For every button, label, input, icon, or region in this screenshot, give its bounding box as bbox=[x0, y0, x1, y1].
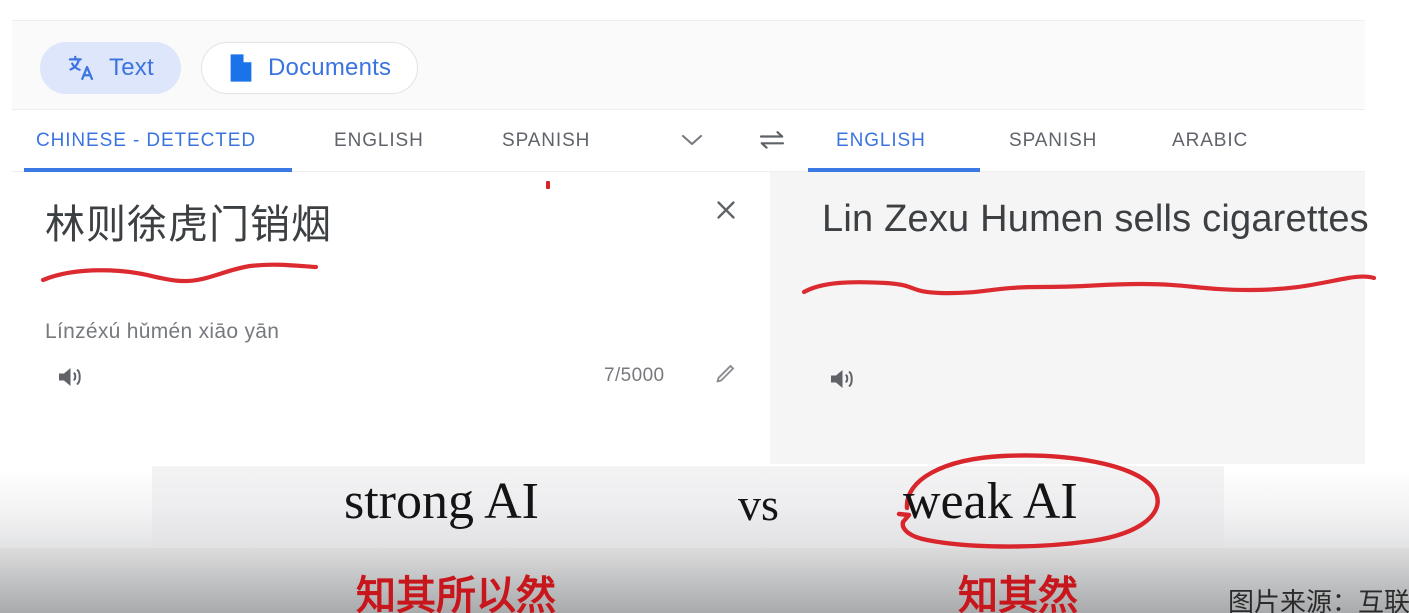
translator-card: Text Documents CHINESE - DETECTED ENGLIS… bbox=[12, 20, 1369, 464]
translated-text: Lin Zexu Humen sells cigarettes bbox=[822, 198, 1369, 240]
source-lang-tab-chinese[interactable]: CHINESE - DETECTED bbox=[36, 110, 256, 172]
speaker-icon bbox=[828, 366, 858, 397]
tab-documents[interactable]: Documents bbox=[201, 42, 419, 94]
slide-panel-block bbox=[152, 466, 1224, 548]
slide-image-credit: 图片来源：互联 bbox=[1228, 588, 1409, 613]
tab-text-label: Text bbox=[109, 54, 154, 81]
character-count: 7/5000 bbox=[604, 365, 665, 386]
language-bar: CHINESE - DETECTED ENGLISH SPANISH ENGLI… bbox=[12, 110, 1365, 172]
tab-text[interactable]: Text bbox=[40, 42, 181, 94]
clear-source-button[interactable] bbox=[706, 192, 746, 232]
target-lang-tab-arabic-label: ARABIC bbox=[1172, 130, 1249, 151]
swap-languages-icon bbox=[757, 128, 787, 157]
source-text[interactable]: 林则徐虎门销烟 bbox=[45, 200, 332, 250]
slide-cn-right: 知其然 bbox=[958, 573, 1078, 613]
document-icon bbox=[228, 53, 254, 83]
translation-panes: 林则徐虎门销烟 Línzéxú hǔmén xiāo yān 7/5000 Li… bbox=[12, 172, 1369, 464]
source-lang-tab-english[interactable]: ENGLISH bbox=[334, 110, 424, 172]
target-lang-tab-english-label: ENGLISH bbox=[836, 130, 926, 151]
source-lang-tab-spanish[interactable]: SPANISH bbox=[502, 110, 590, 172]
swap-languages-button[interactable] bbox=[755, 127, 789, 157]
source-lang-tab-chinese-label: CHINESE - DETECTED bbox=[36, 130, 256, 151]
target-lang-tab-arabic[interactable]: ARABIC bbox=[1172, 110, 1248, 172]
pencil-icon bbox=[713, 360, 739, 391]
chevron-down-icon bbox=[679, 132, 705, 153]
listen-source-button[interactable] bbox=[52, 360, 90, 398]
stray-red-dot bbox=[546, 181, 550, 189]
slide-lower-band bbox=[0, 548, 1409, 613]
translate-icon bbox=[67, 54, 95, 82]
edit-source-button[interactable] bbox=[709, 358, 743, 392]
target-pane: Lin Zexu Humen sells cigarettes bbox=[770, 172, 1369, 464]
slide-cn-left: 知其所以然 bbox=[356, 573, 556, 613]
target-lang-tab-spanish-label: SPANISH bbox=[1009, 130, 1098, 151]
screenshot-root: Text Documents CHINESE - DETECTED ENGLIS… bbox=[0, 0, 1409, 613]
source-lang-tab-english-label: ENGLISH bbox=[334, 130, 424, 151]
source-lang-tab-spanish-label: SPANISH bbox=[502, 130, 591, 151]
source-more-languages-button[interactable] bbox=[675, 127, 709, 157]
listen-translation-button[interactable] bbox=[824, 362, 862, 400]
source-pinyin: Línzéxú hǔmén xiāo yān bbox=[45, 320, 280, 343]
tab-documents-label: Documents bbox=[268, 54, 392, 81]
mode-bar: Text Documents bbox=[12, 21, 1365, 110]
close-icon bbox=[713, 197, 739, 228]
target-lang-tab-english[interactable]: ENGLISH bbox=[836, 110, 926, 172]
source-pane[interactable]: 林则徐虎门销烟 Línzéxú hǔmén xiāo yān 7/5000 bbox=[12, 172, 770, 464]
target-lang-tab-spanish[interactable]: SPANISH bbox=[1009, 110, 1097, 172]
speaker-icon bbox=[56, 364, 86, 395]
